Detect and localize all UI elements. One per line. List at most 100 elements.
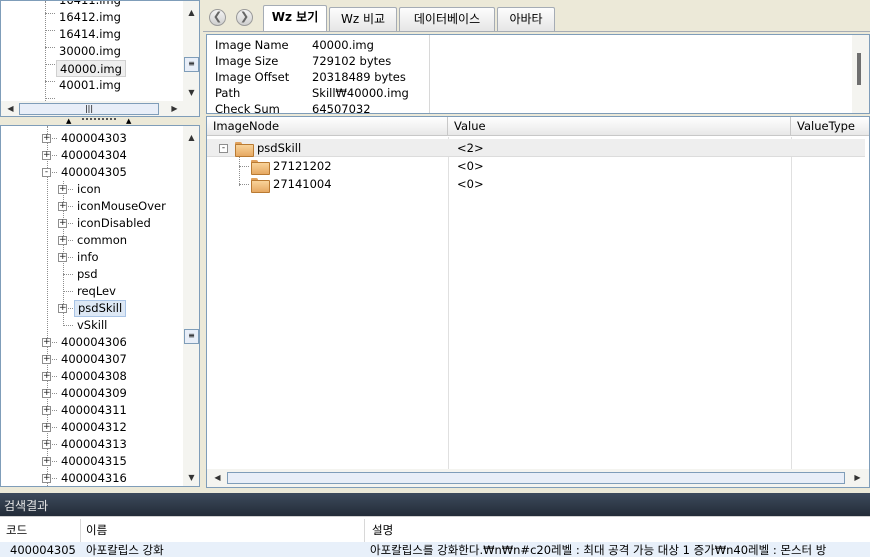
tree-item-img[interactable]: 40001.img	[56, 77, 124, 94]
tree-item-img[interactable]: 16411.img	[56, 1, 124, 9]
scroll-right-icon[interactable]: ▶	[850, 470, 865, 485]
back-button[interactable]: ❮	[209, 9, 226, 26]
expand-icon[interactable]: +	[42, 423, 51, 432]
expand-icon[interactable]: +	[42, 134, 51, 143]
tree-node-item[interactable]: iconDisabled	[74, 215, 154, 232]
tree-node-item[interactable]: 400004303	[58, 130, 130, 147]
splitter-up-icon[interactable]: ▲	[66, 117, 71, 125]
tree-node-item[interactable]: info	[74, 249, 102, 266]
info-scroll-thumb[interactable]	[857, 53, 861, 85]
tree-node-item[interactable]: 400004306	[58, 334, 130, 351]
tab-database[interactable]: 데이터베이스	[399, 7, 495, 31]
scroll-left-icon[interactable]: ◀	[3, 101, 18, 116]
tree-node-item[interactable]: icon	[74, 181, 104, 198]
tree-item-img[interactable]: 40000.img	[56, 60, 126, 77]
info-vscrollbar[interactable]	[852, 35, 869, 113]
scroll-down-icon[interactable]: ▼	[184, 470, 199, 485]
image-tree-vscrollbar[interactable]: ▲ ≡ ▼	[183, 1, 199, 101]
tree-node-item[interactable]: 400004304	[58, 147, 130, 164]
tree-guide-line	[45, 30, 55, 31]
collapse-icon[interactable]: -	[219, 144, 228, 153]
left-splitter[interactable]: ▲ ▲	[0, 117, 200, 125]
tree-node-item[interactable]: 400004311	[58, 402, 130, 419]
scroll-left-icon[interactable]: ◀	[210, 470, 225, 485]
tree-item-img[interactable]: 16412.img	[56, 9, 124, 26]
folder-icon	[251, 178, 270, 193]
tree-node-item[interactable]: 400004309	[58, 385, 130, 402]
node-name: 27121202	[273, 159, 332, 173]
node-value: <0>	[457, 159, 484, 173]
column-header-desc[interactable]: 설명	[372, 520, 393, 540]
skill-node-tree[interactable]: +400004303 +400004304-400004305 + icon + icon…	[0, 125, 200, 487]
tree-node-item[interactable]: iconMouseOver	[74, 198, 169, 215]
tree-node-item[interactable]: 400004313	[58, 436, 130, 453]
expand-icon[interactable]: +	[42, 338, 51, 347]
column-header-name[interactable]: 이름	[86, 520, 107, 540]
expand-icon[interactable]: +	[42, 372, 51, 381]
search-results-table[interactable]: 코드 이름 설명 400004305 아포칼립스 강화 아포칼립스를 강화한다.…	[0, 516, 870, 557]
column-header-value[interactable]: Value	[448, 117, 791, 136]
splitter-grip-icon[interactable]	[82, 118, 116, 120]
tree-node-item[interactable]: reqLev	[74, 283, 119, 300]
scroll-up-icon[interactable]: ▲	[184, 130, 199, 145]
tree-node-item[interactable]: 400004315	[58, 453, 130, 470]
expand-icon[interactable]: +	[58, 185, 67, 194]
tree-node-item[interactable]: 400004316	[58, 470, 130, 486]
expand-icon[interactable]: +	[42, 151, 51, 160]
tree-guide-line	[47, 126, 48, 486]
tree-node-item[interactable]: psd	[74, 266, 101, 283]
scroll-right-icon[interactable]: ▶	[167, 101, 182, 116]
expand-icon[interactable]: +	[42, 440, 51, 449]
grid-hscrollbar[interactable]: ◀ ▶	[207, 469, 869, 487]
scroll-thumb-icon[interactable]: ≡	[184, 57, 199, 72]
expand-icon[interactable]: +	[58, 253, 67, 262]
column-header-code[interactable]: 코드	[6, 520, 27, 540]
tree-node-item[interactable]: vSkill	[74, 317, 110, 334]
scroll-down-icon[interactable]: ▼	[184, 85, 199, 100]
expand-icon[interactable]: +	[58, 219, 67, 228]
expand-icon[interactable]: +	[58, 236, 67, 245]
hscroll-thumb[interactable]: |||	[19, 103, 159, 115]
image-file-tree[interactable]: 16411.img 16412.img 16414.img 30000.img 4000…	[0, 0, 200, 117]
tree-node-item[interactable]: 400004308	[58, 368, 130, 385]
tree-node-item[interactable]: psdSkill	[74, 300, 127, 317]
table-row[interactable]	[207, 139, 865, 157]
image-tree-hscrollbar[interactable]: ◀ ||| ▶	[1, 101, 199, 116]
scroll-thumb-icon[interactable]: ≡	[184, 329, 199, 344]
expand-icon[interactable]: +	[42, 457, 51, 466]
expand-icon[interactable]: +	[42, 355, 51, 364]
tree-node-item[interactable]: 400004307	[58, 351, 130, 368]
result-code: 400004305	[10, 543, 76, 557]
tree-node-item[interactable]: common	[74, 232, 130, 249]
expand-icon[interactable]: +	[42, 406, 51, 415]
tree-guide-line	[45, 98, 55, 99]
splitter-up-icon-2[interactable]: ▲	[126, 117, 131, 125]
grid-hscroll-thumb[interactable]	[227, 472, 845, 484]
tree-guide-line	[63, 291, 73, 292]
forward-button[interactable]: ❯	[236, 9, 253, 26]
image-node-grid[interactable]: ImageNode Value ValueType - psdSkill <2> 27…	[206, 116, 870, 488]
info-divider	[429, 35, 430, 113]
tree-item-img[interactable]: 30000.img	[56, 43, 124, 60]
tree-node-item[interactable]: 400004305	[58, 164, 130, 181]
column-header-valuetype[interactable]: ValueType	[791, 117, 869, 136]
tree-guide-line	[45, 47, 55, 48]
expand-icon[interactable]: +	[42, 389, 51, 398]
tab-strip: ❮ ❯ Wz 보기 Wz 비교 데이터베이스 아바타	[203, 0, 870, 32]
tab-avatar[interactable]: 아바타	[497, 7, 555, 31]
tree-node-item[interactable]: 400004312	[58, 419, 130, 436]
expand-icon[interactable]: +	[58, 304, 67, 313]
search-results-title: 검색결과	[4, 499, 49, 513]
expand-icon[interactable]: +	[58, 202, 67, 211]
column-header-imagenode[interactable]: ImageNode	[207, 117, 448, 136]
tab-wz-view[interactable]: Wz 보기	[263, 5, 327, 31]
tab-wz-compare[interactable]: Wz 비교	[329, 7, 397, 31]
skill-tree-vscrollbar[interactable]: ▲ ≡ ▼	[183, 126, 199, 486]
info-label: Check Sum	[215, 102, 280, 114]
tree-item-img[interactable]: 16414.img	[56, 26, 124, 43]
table-row[interactable]: 400004305 아포칼립스 강화 아포칼립스를 강화한다.₩n₩n#c20레…	[0, 542, 870, 557]
scroll-up-icon[interactable]: ▲	[184, 5, 199, 20]
expand-icon[interactable]: +	[42, 474, 51, 483]
tree-guide-line	[239, 166, 249, 167]
collapse-icon[interactable]: -	[42, 168, 51, 177]
